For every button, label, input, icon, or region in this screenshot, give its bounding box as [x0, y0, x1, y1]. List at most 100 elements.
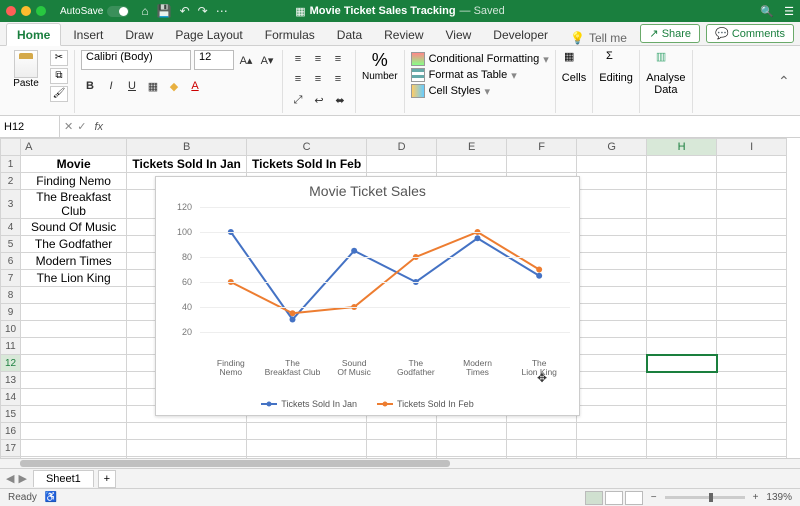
cell-H12[interactable] — [647, 355, 717, 372]
row-header-7[interactable]: 7 — [1, 270, 21, 287]
italic-button[interactable]: I — [102, 77, 120, 95]
account-icon[interactable]: ☰ — [784, 5, 794, 18]
number-format-button[interactable]: % Number — [362, 50, 398, 82]
cell-F17[interactable] — [507, 440, 577, 457]
col-header-D[interactable]: D — [367, 139, 437, 156]
cell-D17[interactable] — [367, 440, 437, 457]
wrap-text-icon[interactable]: ↩ — [310, 91, 328, 109]
decrease-font-icon[interactable]: A▾ — [258, 51, 276, 69]
row-header-8[interactable]: 8 — [1, 287, 21, 304]
row-header-4[interactable]: 4 — [1, 219, 21, 236]
cell-G13[interactable] — [577, 372, 647, 389]
orientation-icon[interactable]: ⤢ — [289, 91, 307, 109]
cell-A1[interactable]: Movie — [21, 156, 127, 173]
minimize-window-icon[interactable] — [21, 6, 31, 16]
bold-button[interactable]: B — [81, 77, 99, 95]
cell-H5[interactable] — [647, 236, 717, 253]
cell-A6[interactable]: Modern Times — [21, 253, 127, 270]
zoom-in-icon[interactable]: + — [753, 492, 759, 503]
analyse-data-button[interactable]: ▥Analyse Data — [646, 50, 686, 96]
cell-G17[interactable] — [577, 440, 647, 457]
add-sheet-button[interactable]: + — [98, 470, 116, 488]
row-header-9[interactable]: 9 — [1, 304, 21, 321]
row-header-5[interactable]: 5 — [1, 236, 21, 253]
cell-I6[interactable] — [717, 253, 787, 270]
cell-H10[interactable] — [647, 321, 717, 338]
sheet-tab-sheet1[interactable]: Sheet1 — [33, 470, 94, 487]
col-header-E[interactable]: E — [437, 139, 507, 156]
underline-button[interactable]: U — [123, 77, 141, 95]
row-header-11[interactable]: 11 — [1, 338, 21, 355]
cell-A5[interactable]: The Godfather — [21, 236, 127, 253]
cell-F1[interactable] — [507, 156, 577, 173]
cell-A17[interactable] — [21, 440, 127, 457]
home-icon[interactable]: ⌂ — [141, 4, 148, 18]
cell-A15[interactable] — [21, 406, 127, 423]
cell-H17[interactable] — [647, 440, 717, 457]
cell-I15[interactable] — [717, 406, 787, 423]
cell-G3[interactable] — [577, 190, 647, 219]
cell-I17[interactable] — [717, 440, 787, 457]
cell-I13[interactable] — [717, 372, 787, 389]
cell-A12[interactable] — [21, 355, 127, 372]
page-layout-view-icon[interactable] — [605, 491, 623, 505]
save-icon[interactable]: 💾 — [157, 4, 172, 18]
page-break-view-icon[interactable] — [625, 491, 643, 505]
cell-H2[interactable] — [647, 173, 717, 190]
cell-D1[interactable] — [367, 156, 437, 173]
autosave-toggle[interactable]: AutoSave — [60, 6, 129, 17]
close-window-icon[interactable] — [6, 6, 16, 16]
cell-A7[interactable]: The Lion King — [21, 270, 127, 287]
redo-icon[interactable]: ↷ — [198, 4, 208, 18]
enter-formula-icon[interactable]: ✓ — [77, 120, 86, 133]
align-top-icon[interactable]: ≡ — [289, 50, 307, 68]
zoom-slider[interactable] — [665, 496, 745, 499]
cell-A9[interactable] — [21, 304, 127, 321]
cell-G5[interactable] — [577, 236, 647, 253]
cell-G10[interactable] — [577, 321, 647, 338]
tell-me-search[interactable]: 💡 Tell me — [570, 31, 627, 45]
cell-I10[interactable] — [717, 321, 787, 338]
cell-D16[interactable] — [367, 423, 437, 440]
cell-H13[interactable] — [647, 372, 717, 389]
cell-I11[interactable] — [717, 338, 787, 355]
fill-color-button[interactable]: ◆ — [165, 77, 183, 95]
col-header-A[interactable]: A — [21, 139, 127, 156]
col-header-I[interactable]: I — [717, 139, 787, 156]
align-center-icon[interactable]: ≡ — [309, 70, 327, 88]
cell-I14[interactable] — [717, 389, 787, 406]
cells-button[interactable]: ▦Cells — [562, 50, 586, 84]
row-header-16[interactable]: 16 — [1, 423, 21, 440]
align-left-icon[interactable]: ≡ — [289, 70, 307, 88]
merge-icon[interactable]: ⬌ — [331, 91, 349, 109]
col-header-H[interactable]: H — [647, 139, 717, 156]
align-right-icon[interactable]: ≡ — [329, 70, 347, 88]
row-header-6[interactable]: 6 — [1, 253, 21, 270]
cell-I9[interactable] — [717, 304, 787, 321]
accessibility-icon[interactable]: ♿ — [45, 492, 57, 503]
cell-H8[interactable] — [647, 287, 717, 304]
fx-icon[interactable]: fx — [90, 121, 107, 133]
format-as-table-button[interactable]: Format as Table ▾ — [411, 68, 549, 82]
cell-A13[interactable] — [21, 372, 127, 389]
embedded-chart[interactable]: Movie Ticket Sales 20406080100120 Findin… — [155, 176, 580, 416]
col-header-B[interactable]: B — [127, 139, 247, 156]
cell-H9[interactable] — [647, 304, 717, 321]
row-header-1[interactable]: 1 — [1, 156, 21, 173]
cell-G1[interactable] — [577, 156, 647, 173]
sheet-nav-prev-icon[interactable]: ◀ — [6, 472, 14, 485]
cell-H15[interactable] — [647, 406, 717, 423]
cell-F16[interactable] — [507, 423, 577, 440]
cell-I8[interactable] — [717, 287, 787, 304]
cell-G9[interactable] — [577, 304, 647, 321]
cell-I5[interactable] — [717, 236, 787, 253]
format-painter-icon[interactable]: 🖌 — [50, 86, 68, 102]
paste-button[interactable]: Paste — [6, 50, 46, 89]
cell-H4[interactable] — [647, 219, 717, 236]
cell-A2[interactable]: Finding Nemo — [21, 173, 127, 190]
tab-draw[interactable]: Draw — [115, 24, 163, 45]
row-header-2[interactable]: 2 — [1, 173, 21, 190]
maximize-window-icon[interactable] — [36, 6, 46, 16]
tab-formulas[interactable]: Formulas — [255, 24, 325, 45]
cell-H14[interactable] — [647, 389, 717, 406]
